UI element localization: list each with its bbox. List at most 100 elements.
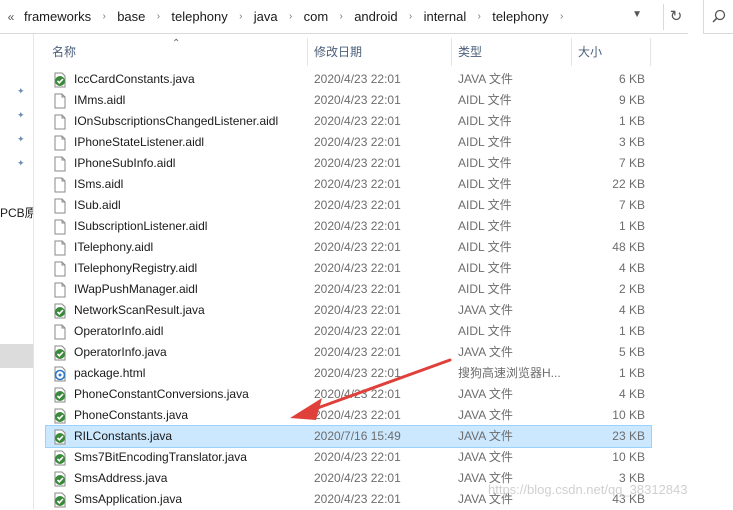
file-name: IWapPushManager.aidl (74, 282, 198, 296)
file-row[interactable]: ISubscriptionListener.aidl 2020/4/23 22:0… (46, 216, 651, 237)
file-date: 2020/4/23 22:01 (314, 303, 401, 317)
column-header-date[interactable]: 修改日期 (308, 38, 452, 66)
file-row[interactable]: ISms.aidl 2020/4/23 22:01 AIDL 文件 22 KB (46, 174, 651, 195)
file-type: JAVA 文件 (458, 345, 513, 359)
aidl-file-icon (52, 93, 74, 109)
nav-item-selected[interactable] (0, 344, 33, 368)
file-row[interactable]: NetworkScanResult.java 2020/4/23 22:01 JAV… (46, 300, 651, 321)
file-date: 2020/4/23 22:01 (314, 72, 401, 86)
file-row[interactable]: IPhoneStateListener.aidl 2020/4/23 22:01 A… (46, 132, 651, 153)
breadcrumb-item[interactable]: frameworks › (22, 9, 115, 24)
breadcrumb-item[interactable]: telephony › (169, 9, 251, 24)
chevron-right-icon[interactable]: › (147, 11, 169, 22)
search-input[interactable] (703, 0, 733, 34)
address-bar[interactable]: « frameworks › base › telephony › java › com › and… (0, 0, 688, 34)
breadcrumb-item[interactable]: com › (302, 9, 353, 24)
file-size: 3 KB (618, 135, 645, 149)
file-row[interactable]: Sms7BitEncodingTranslator.java 2020/4/23 … (46, 447, 651, 468)
aidl-file-icon (52, 177, 74, 193)
file-name-cell: OperatorInfo.aidl (46, 321, 308, 342)
file-name-cell: PhoneConstantConversions.java (46, 384, 308, 405)
column-header-size[interactable]: 大小 (572, 38, 651, 66)
file-row[interactable]: OperatorInfo.aidl 2020/4/23 22:01 AIDL 文件 1… (46, 321, 651, 342)
sort-ascending-icon: ⌃ (172, 38, 181, 49)
file-row[interactable]: PhoneConstants.java 2020/4/23 22:01 JAVA 文… (46, 405, 651, 426)
chevron-right-icon[interactable]: › (330, 11, 352, 22)
pin-icon: ✦ (17, 110, 25, 120)
navigation-pane[interactable]: ✦ ✦ ✦ ✦ PCB原 (0, 34, 34, 509)
file-name-cell: ITelephony.aidl (46, 237, 308, 258)
refresh-button[interactable]: ↻ (663, 4, 688, 30)
file-size: 2 KB (618, 282, 645, 296)
column-header-type[interactable]: 类型 (452, 38, 572, 66)
chevron-right-icon[interactable]: › (551, 11, 573, 22)
file-name-cell: ISub.aidl (46, 195, 308, 216)
file-date: 2020/4/23 22:01 (314, 471, 401, 485)
file-name: OperatorInfo.aidl (74, 324, 164, 338)
file-size: 9 KB (618, 93, 645, 107)
file-size: 4 KB (618, 303, 645, 317)
file-name-cell: package.html (46, 363, 308, 384)
breadcrumb-item[interactable]: base › (115, 9, 169, 24)
file-size: 10 KB (612, 408, 645, 422)
file-date: 2020/4/23 22:01 (314, 408, 401, 422)
file-date: 2020/4/23 22:01 (314, 198, 401, 212)
chevron-right-icon[interactable]: › (93, 11, 115, 22)
file-name-cell: OperatorInfo.java (46, 342, 308, 363)
file-row[interactable]: OperatorInfo.java 2020/4/23 22:01 JAVA 文件 5… (46, 342, 651, 363)
file-size: 1 KB (618, 219, 645, 233)
file-row[interactable]: package.html 2020/4/23 22:01 搜狗高速浏览器H... 1 … (46, 363, 651, 384)
file-name: IOnSubscriptionsChangedListener.aidl (74, 114, 279, 128)
file-row[interactable]: ITelephonyRegistry.aidl 2020/4/23 22:01 AI… (46, 258, 651, 279)
chevron-down-icon[interactable]: ▼ (632, 9, 642, 20)
file-date: 2020/4/23 22:01 (314, 177, 401, 191)
file-date: 2020/4/23 22:01 (314, 450, 401, 464)
breadcrumb-item[interactable]: android › (352, 9, 421, 24)
aidl-file-icon (52, 240, 74, 256)
file-name: IPhoneSubInfo.aidl (74, 156, 176, 170)
breadcrumb: frameworks › base › telephony › java › com › andro… (22, 9, 573, 24)
chevron-right-icon[interactable]: › (468, 11, 490, 22)
file-row[interactable]: IWapPushManager.aidl 2020/4/23 22:01 AIDL … (46, 279, 651, 300)
file-row[interactable]: IOnSubscriptionsChangedListener.aidl 2020… (46, 111, 651, 132)
file-size: 1 KB (618, 324, 645, 338)
breadcrumb-item[interactable]: java › (252, 9, 302, 24)
file-name-cell: NetworkScanResult.java (46, 300, 308, 321)
overflow-chevron-icon[interactable]: « (0, 10, 22, 24)
aidl-file-icon (52, 219, 74, 235)
aidl-file-icon (52, 114, 74, 130)
file-name-cell: ISms.aidl (46, 174, 308, 195)
file-name-cell: SmsApplication.java (46, 489, 308, 510)
column-header-name[interactable]: ⌃ 名称 (46, 38, 308, 66)
file-name: ISms.aidl (74, 177, 124, 191)
breadcrumb-item[interactable]: internal › (422, 9, 491, 24)
file-list: IccCardConstants.java 2020/4/23 22:01 JAVA… (45, 69, 652, 510)
pin-icon: ✦ (17, 86, 25, 96)
nav-item-pcb[interactable]: PCB原 (0, 204, 33, 221)
file-name: IPhoneStateListener.aidl (74, 135, 205, 149)
file-size: 1 KB (618, 114, 645, 128)
file-name: PhoneConstants.java (74, 408, 189, 422)
file-row[interactable]: PhoneConstantConversions.java 2020/4/23 2… (46, 384, 651, 405)
breadcrumb-item[interactable]: telephony › (490, 9, 572, 24)
file-date: 2020/4/23 22:01 (314, 156, 401, 170)
file-row[interactable]: IMms.aidl 2020/4/23 22:01 AIDL 文件 9 KB (46, 90, 651, 111)
file-row[interactable]: IPhoneSubInfo.aidl 2020/4/23 22:01 AIDL 文件… (46, 153, 651, 174)
java-file-icon (52, 408, 74, 424)
file-type: AIDL 文件 (458, 240, 512, 254)
file-row[interactable]: ISub.aidl 2020/4/23 22:01 AIDL 文件 7 KB (46, 195, 651, 216)
file-date: 2020/4/23 22:01 (314, 492, 401, 506)
file-date: 2020/4/23 22:01 (314, 93, 401, 107)
aidl-file-icon (52, 324, 74, 340)
chevron-right-icon[interactable]: › (400, 11, 422, 22)
file-row[interactable]: ITelephony.aidl 2020/4/23 22:01 AIDL 文件 48 … (46, 237, 651, 258)
file-type: AIDL 文件 (458, 93, 512, 107)
file-row[interactable]: IccCardConstants.java 2020/4/23 22:01 JAVA… (46, 69, 651, 90)
chevron-right-icon[interactable]: › (230, 11, 252, 22)
file-name-cell: ITelephonyRegistry.aidl (46, 258, 308, 279)
chevron-right-icon[interactable]: › (280, 11, 302, 22)
file-row[interactable]: RILConstants.java 2020/7/16 15:49 JAVA 文件 2… (45, 425, 652, 448)
file-type: JAVA 文件 (458, 303, 513, 317)
file-type: JAVA 文件 (458, 408, 513, 422)
refresh-icon: ↻ (669, 8, 683, 25)
